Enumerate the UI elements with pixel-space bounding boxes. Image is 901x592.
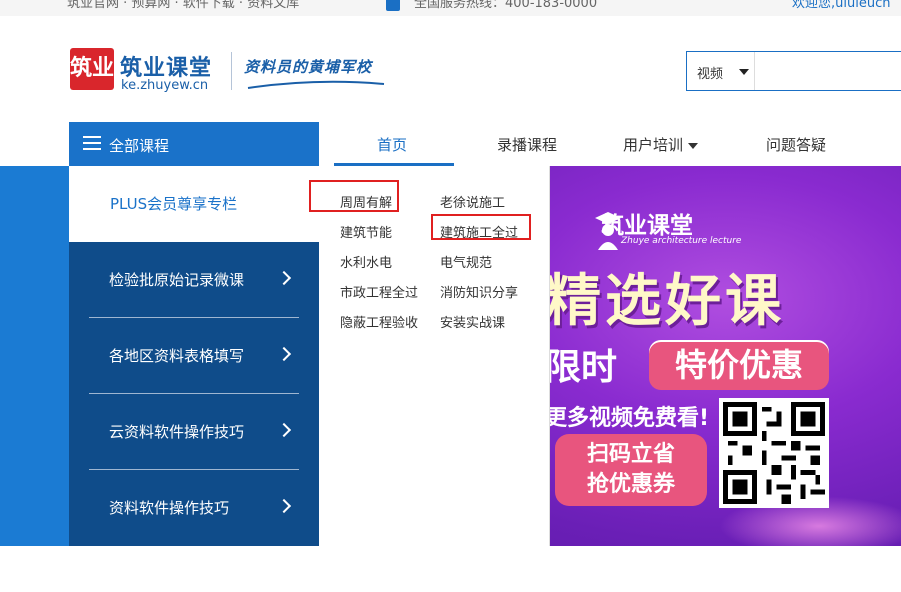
chevron-down-icon <box>688 142 699 149</box>
chevron-right-icon <box>276 422 292 438</box>
all-courses-button[interactable]: 全部课程 <box>69 122 319 166</box>
all-courses-label: 全部课程 <box>109 137 170 155</box>
category-item[interactable]: 各地区资料表格填写 <box>69 318 319 394</box>
submenu-link[interactable]: 建筑节能 <box>340 222 422 241</box>
submenu-link[interactable]: 隐蔽工程验收 <box>340 312 422 331</box>
nav-qa[interactable]: 问题答疑 <box>766 134 826 155</box>
coupon-line-2: 抢优惠券 <box>586 472 675 497</box>
banner-coupon-button[interactable]: 扫码立省 抢优惠券 <box>555 434 707 506</box>
top-links[interactable]: 筑业官网 · 预算网 · 软件下载 · 资料文库 <box>67 0 299 11</box>
chevron-right-icon <box>276 498 292 514</box>
banner-discount-badge: 特价优惠 <box>649 340 829 390</box>
search-divider <box>754 52 755 90</box>
highlight-box <box>309 180 399 212</box>
category-menu: 检验批原始记录微课 各地区资料表格填写 云资料软件操作技巧 资料软件操作技巧 <box>69 242 319 546</box>
hotline-text: 全国服务热线：400-183-0000 <box>414 0 598 11</box>
nav-user-training-label: 用户培训 <box>623 136 684 154</box>
search-category-select[interactable]: 视频 <box>697 63 723 82</box>
welcome-link[interactable]: 欢迎您,ululeuch <box>792 0 890 11</box>
category-label: 检验批原始记录微课 <box>109 271 245 289</box>
chevron-down-icon[interactable] <box>739 69 749 75</box>
menu-icon <box>83 136 101 151</box>
chevron-right-icon <box>276 270 292 286</box>
coupon-line-1: 扫码立省 <box>586 442 675 467</box>
search-box: 视频 <box>686 51 901 91</box>
banner-logo-en: Zhuye architecture lecture <box>621 236 742 246</box>
submenu-link[interactable]: 安装实战课 <box>440 312 522 331</box>
search-input[interactable] <box>757 54 901 88</box>
submenu-link[interactable]: 水利水电 <box>340 252 422 271</box>
hotline: 全国服务热线：400-183-0000 <box>386 0 597 11</box>
category-label: 各地区资料表格填写 <box>109 347 245 365</box>
logo-domain[interactable]: ke.zhuyew.cn <box>121 78 208 93</box>
banner-limit: 限时 <box>545 347 618 388</box>
logo-icon[interactable]: 筑业 <box>70 48 114 90</box>
highlight-box <box>431 214 531 240</box>
submenu-link[interactable]: 老徐说施工 <box>440 192 522 211</box>
category-label: 云资料软件操作技巧 <box>109 423 245 441</box>
plus-member-category[interactable]: PLUS会员尊享专栏 <box>69 166 319 242</box>
banner-logo: 筑业课堂 <box>601 213 693 239</box>
category-item[interactable]: 云资料软件操作技巧 <box>69 394 319 470</box>
qr-code-icon <box>719 398 829 508</box>
nav-user-training[interactable]: 用户培训 <box>623 134 699 155</box>
category-item[interactable]: 检验批原始记录微课 <box>69 242 319 318</box>
submenu-link[interactable]: 消防知识分享 <box>440 282 522 301</box>
nav-home[interactable]: 首页 <box>377 134 407 155</box>
submenu-link[interactable]: 市政工程全过 <box>340 282 422 301</box>
phone-icon <box>386 0 400 11</box>
slogan-swoosh-icon <box>247 80 385 89</box>
submenu-link[interactable]: 电气规范 <box>440 252 522 271</box>
category-item[interactable]: 资料软件操作技巧 <box>69 470 319 546</box>
category-label: 资料软件操作技巧 <box>109 499 230 517</box>
nav-recorded-courses[interactable]: 录播课程 <box>497 134 557 155</box>
slogan: 资料员的黄埔军校 <box>244 58 373 76</box>
chevron-right-icon <box>276 346 292 362</box>
banner-left-bg <box>0 166 69 546</box>
logo-divider <box>231 52 232 90</box>
banner-subtitle: 更多视频免费看! <box>545 406 710 431</box>
submenu-panel: 周周有解 建筑节能 水利水电 市政工程全过 隐蔽工程验收 老徐说施工 建筑施工全… <box>309 166 550 546</box>
plus-member-label: PLUS会员尊享专栏 <box>110 195 238 213</box>
top-bar: 筑业官网 · 预算网 · 软件下载 · 资料文库 全国服务热线：400-183-… <box>0 0 901 16</box>
banner-title: 精选好课 <box>545 269 785 334</box>
